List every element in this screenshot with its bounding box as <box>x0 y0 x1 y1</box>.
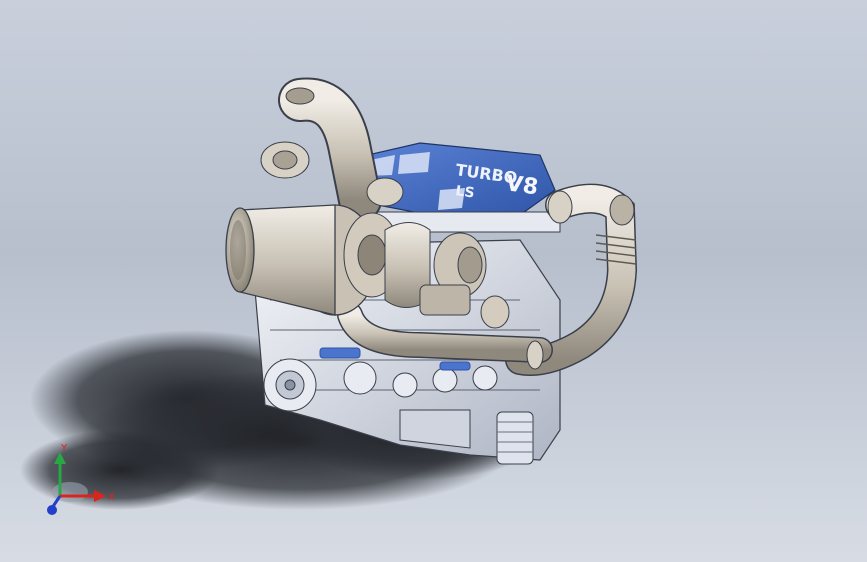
x-axis-label: X <box>108 492 115 503</box>
graphics-viewport[interactable]: TURBO LS V8 Y X <box>0 0 867 562</box>
coordinate-triad: Y X <box>47 443 115 515</box>
cover-lettering-3: V8 <box>504 171 540 200</box>
engine-3d-model[interactable]: TURBO LS V8 <box>0 0 867 562</box>
y-axis-label: Y <box>60 443 68 454</box>
cover-lettering-2: LS <box>454 183 475 201</box>
intake-elbow[interactable] <box>260 77 382 222</box>
oil-filter <box>496 411 534 465</box>
